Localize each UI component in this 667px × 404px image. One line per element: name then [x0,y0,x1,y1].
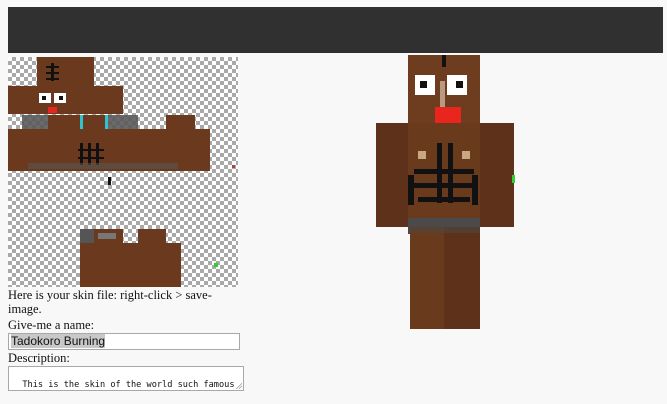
description-value: This is the skin of the world such famou… [22,379,235,390]
name-input[interactable]: Tadokoro Burning [8,333,240,350]
skin-texture-image[interactable] [8,57,238,287]
skin-file-note: Here is your skin file: right-click > sa… [8,288,212,316]
name-label: Give-me a name: [8,318,95,332]
skin-texture-graphic [8,57,235,287]
description-textarea[interactable]: This is the skin of the world such famou… [8,366,244,391]
resize-grip-icon[interactable] [235,382,242,389]
name-input-value: Tadokoro Burning [11,334,106,348]
skin-3d-preview[interactable] [372,53,522,333]
description-label: Description: [8,351,70,365]
skin-preview-graphic [376,55,515,329]
top-bar [8,7,663,53]
